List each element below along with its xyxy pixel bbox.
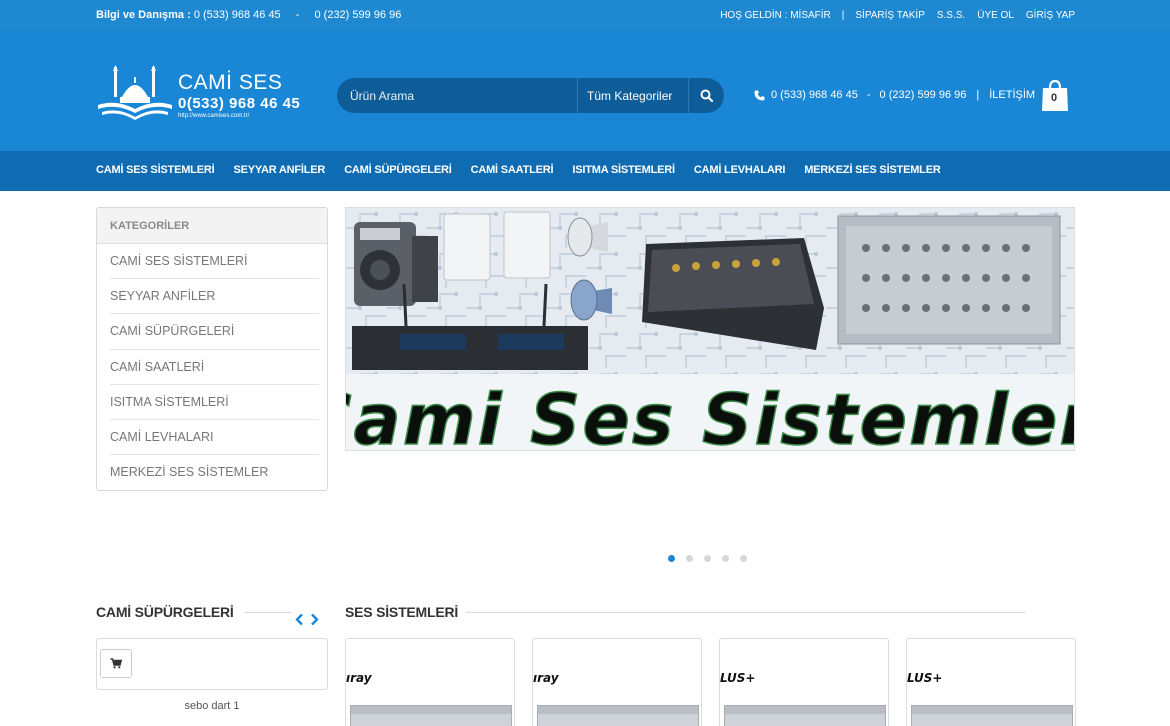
account-links: HOŞ GELDİN : MİSAFİR | SİPARİŞ TAKİP S.S… <box>720 10 1075 21</box>
product-brand: ıray <box>346 671 372 685</box>
welcome-guest-link[interactable]: HOŞ GELDİN : MİSAFİR <box>720 10 831 21</box>
slider-dot[interactable] <box>722 555 729 562</box>
slider-dot[interactable] <box>686 555 693 562</box>
nav-item-cami-supurgeleri[interactable]: CAMİ SÜPÜRGELERİ <box>344 164 452 176</box>
logo-brand-name: CAMİ SES <box>178 71 283 94</box>
divider: | <box>841 10 845 21</box>
add-to-cart-button[interactable] <box>100 649 132 678</box>
order-tracking-link[interactable]: SİPARİŞ TAKİP <box>855 10 924 21</box>
chevron-left-icon[interactable] <box>295 613 304 626</box>
section-title-cami-supurgeleri: CAMİ SÜPÜRGELERİ <box>96 604 234 620</box>
nav-item-cami-levhalari[interactable]: CAMİ LEVHALARI <box>694 164 786 176</box>
search-button[interactable] <box>689 78 724 113</box>
info-phone-2: 0 (232) 599 96 96 <box>314 9 402 21</box>
product-brand: LUS+ <box>907 671 943 685</box>
chevron-right-icon[interactable] <box>310 613 319 626</box>
sidebar-item-cami-supurgeleri[interactable]: CAMİ SÜPÜRGELERİ <box>110 314 319 350</box>
register-link[interactable]: ÜYE OL <box>977 10 1014 21</box>
product-brand: LUS+ <box>720 671 756 685</box>
product-card[interactable]: LUS+ <box>719 638 889 726</box>
product-image <box>911 705 1073 726</box>
contact-phone-1: 0 (533) 968 46 45 <box>771 89 858 101</box>
phone-icon <box>754 90 765 100</box>
side-product-card[interactable] <box>96 638 328 690</box>
product-image <box>350 705 512 726</box>
slider-dot[interactable] <box>740 555 747 562</box>
cart-button[interactable]: 0 <box>1040 78 1070 112</box>
main-nav: CAMİ SES SİSTEMLERİ SEYYAR ANFİLER CAMİ … <box>0 151 1170 191</box>
login-link[interactable]: GİRİŞ YAP <box>1026 10 1075 21</box>
search-input[interactable] <box>337 78 575 113</box>
nav-item-merkezi-ses-sistemler[interactable]: MERKEZİ SES SİSTEMLER <box>804 164 941 176</box>
hero-banner[interactable]: Cami Ses Sistemleri <box>345 207 1075 451</box>
section-divider <box>466 612 1026 613</box>
side-product-name[interactable]: sebo dart 1 <box>96 700 328 712</box>
contact-phone-2: 0 (232) 599 96 96 <box>879 89 967 101</box>
sidebar-title: KATEGORİLER <box>97 208 327 244</box>
product-card[interactable]: LUS+ <box>906 638 1076 726</box>
nav-item-isitma-sistemleri[interactable]: ISITMA SİSTEMLERİ <box>572 164 675 176</box>
slider-dot[interactable] <box>704 555 711 562</box>
cart-count: 0 <box>1050 92 1058 104</box>
slider-dot[interactable] <box>668 555 675 562</box>
sidebar-item-cami-saatleri[interactable]: CAMİ SAATLERİ <box>110 350 319 385</box>
category-select[interactable]: Tüm Kategoriler <box>577 78 689 113</box>
sidebar-item-cami-ses-sistemleri[interactable]: CAMİ SES SİSTEMLERİ <box>110 244 319 280</box>
search-bar: Tüm Kategoriler <box>337 78 724 113</box>
sidebar-item-cami-levhalari[interactable]: CAMİ LEVHALARI <box>110 420 319 456</box>
section-divider <box>245 612 291 613</box>
logo-phone: 0(533) 968 46 45 <box>178 95 301 112</box>
section-title-ses-sistemleri: SES SİSTEMLERİ <box>345 604 459 620</box>
divider: | <box>976 89 980 101</box>
sidebar-item-merkezi-ses-sistemler[interactable]: MERKEZİ SES SİSTEMLER <box>110 455 319 490</box>
site-logo[interactable]: CAMİ SES 0(533) 968 46 45 http://www.cam… <box>96 65 306 125</box>
logo-url: http://www.camises.com.tr/ <box>178 113 250 119</box>
info-separator: - <box>295 9 300 21</box>
sidebar-item-isitma-sistemleri[interactable]: ISITMA SİSTEMLERİ <box>110 385 319 420</box>
nav-item-seyyar-anfiler[interactable]: SEYYAR ANFİLER <box>233 164 325 176</box>
banner-title: Cami Ses Sistemleri <box>346 379 1075 451</box>
mosque-logo-icon <box>98 65 172 120</box>
contact-separator: - <box>866 89 871 101</box>
header-contact: 0 (533) 968 46 45 - 0 (232) 599 96 96 | … <box>754 89 1035 101</box>
product-brand: ıray <box>533 671 559 685</box>
cart-icon <box>110 658 122 669</box>
nav-item-cami-saatleri[interactable]: CAMİ SAATLERİ <box>471 164 554 176</box>
info-line: Bilgi ve Danışma : 0 (533) 968 46 45 - 0… <box>96 9 401 21</box>
contact-link[interactable]: İLETİŞİM <box>989 89 1035 101</box>
nav-item-cami-ses-sistemleri[interactable]: CAMİ SES SİSTEMLERİ <box>96 164 215 176</box>
category-sidebar: KATEGORİLER CAMİ SES SİSTEMLERİ SEYYAR A… <box>96 207 328 491</box>
slider-dots <box>668 555 747 562</box>
faq-link[interactable]: S.S.S. <box>937 10 965 21</box>
search-icon <box>700 89 713 102</box>
info-phone-1: 0 (533) 968 46 45 <box>193 9 281 21</box>
info-label: Bilgi ve Danışma : <box>96 9 191 21</box>
header: CAMİ SES 0(533) 968 46 45 http://www.cam… <box>0 31 1170 151</box>
product-card[interactable]: ıray <box>532 638 702 726</box>
product-image <box>724 705 886 726</box>
sidebar-item-seyyar-anfiler[interactable]: SEYYAR ANFİLER <box>110 279 319 315</box>
carousel-arrows <box>295 613 319 626</box>
product-card[interactable]: ıray <box>345 638 515 726</box>
top-bar: Bilgi ve Danışma : 0 (533) 968 46 45 - 0… <box>0 0 1170 31</box>
banner-image: Cami Ses Sistemleri <box>346 208 1075 451</box>
product-image <box>537 705 699 726</box>
